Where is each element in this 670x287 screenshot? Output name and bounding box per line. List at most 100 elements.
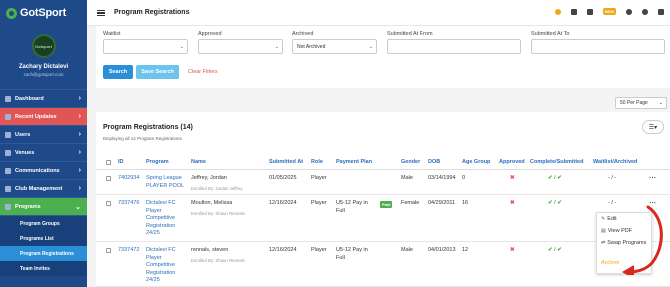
column-header-submitted-at[interactable]: Submitted At xyxy=(269,159,303,165)
table-row: 7337472 Dictalevi FC Player Competitive … xyxy=(96,242,670,287)
row-program-link[interactable]: Dictalevi FC Player Competitive Registra… xyxy=(146,247,188,285)
submitted-to-input[interactable] xyxy=(531,39,665,54)
row-dob: 04/29/2011 xyxy=(428,200,456,206)
column-header-waitlist-archived[interactable]: Waitlist/Archived xyxy=(593,159,637,165)
approved-label: Approved xyxy=(198,31,222,37)
row-payment-plan: U5-12 Pay in Full xyxy=(336,247,368,261)
sidebar-subitem-program-groups[interactable]: Program Groups xyxy=(0,216,87,231)
table-title: Program Registrations (14) xyxy=(103,124,193,131)
column-header-program[interactable]: Program xyxy=(146,159,169,165)
column-header-name[interactable]: Name xyxy=(191,159,206,165)
row-complete-check-icon: ✔ / ✔ xyxy=(548,175,562,181)
column-header-approved[interactable]: Approved xyxy=(499,159,525,165)
column-header-dob[interactable]: DOB xyxy=(428,159,440,165)
row-checkbox[interactable] xyxy=(106,248,111,253)
row-approved-x-icon[interactable]: ✖ xyxy=(510,200,515,208)
sidebar-item-recent-updates[interactable]: Recent Updates › xyxy=(0,108,87,126)
row-submitted-at: 12/16/2024 xyxy=(269,200,297,206)
row-role: Player xyxy=(311,200,327,206)
row-waitlist-archived: - / - xyxy=(608,175,617,181)
sidebar-item-dashboard[interactable]: Dashboard › xyxy=(0,90,87,108)
sidebar-item-venues[interactable]: Venues › xyxy=(0,144,87,162)
row-name: Jeffrey, Jordan xyxy=(191,175,227,181)
row-submitted-at: 01/05/2025 xyxy=(269,175,297,181)
select-all-checkbox[interactable] xyxy=(106,160,111,165)
bell-icon xyxy=(5,113,11,120)
submitted-from-label: Submitted At From xyxy=(387,31,433,37)
users-icon xyxy=(5,131,11,138)
row-dob: 04/01/2013 xyxy=(428,247,456,253)
chevron-right-icon: › xyxy=(78,167,81,174)
column-header-role[interactable]: Role xyxy=(311,159,323,165)
row-role: Player xyxy=(311,247,327,253)
chevron-right-icon: › xyxy=(78,131,81,138)
hamburger-menu-icon[interactable] xyxy=(97,9,105,16)
row-payment-plan: U5-12 Pay in Full xyxy=(336,200,368,214)
table-row: 7402934 Spring League PLAYER POOL Jeffre… xyxy=(96,170,670,195)
row-checkbox[interactable] xyxy=(106,201,111,206)
club-icon xyxy=(5,185,11,192)
submitted-to-label: Submitted At To xyxy=(531,31,570,37)
chevron-right-icon: › xyxy=(78,95,81,102)
chevron-right-icon: › xyxy=(78,185,81,192)
sidebar-item-programs[interactable]: Programs ⌄ xyxy=(0,198,87,216)
row-id-link[interactable]: 7402934 xyxy=(118,175,139,183)
waitlist-select[interactable]: ⌄ xyxy=(103,39,188,54)
row-checkbox[interactable] xyxy=(106,176,111,181)
row-age-group: 16 xyxy=(462,200,469,206)
row-enrolled-by: Enrolled By: Shaun Rennals xyxy=(191,257,245,263)
search-button[interactable]: Search xyxy=(103,65,133,79)
columns-icon: ☰▾ xyxy=(648,124,658,131)
column-header-payment-plan[interactable]: Payment Plan xyxy=(336,159,372,165)
archived-select[interactable]: Not Archived ⌄ xyxy=(292,39,377,54)
column-header-gender[interactable]: Gender xyxy=(401,159,420,165)
sidebar-item-label: Dashboard xyxy=(15,95,44,102)
sidebar-subitem-team-invites[interactable]: Team Invites xyxy=(0,261,87,276)
per-page-select[interactable]: 50 Per Page ⌄ xyxy=(615,97,667,109)
per-page-value: 50 Per Page xyxy=(620,100,648,106)
paid-badge-cell: Paid xyxy=(380,201,393,210)
row-id-link[interactable]: 7337472 xyxy=(118,247,139,255)
brand-logo[interactable]: GotSport xyxy=(0,0,87,26)
row-submitted-at: 12/16/2024 xyxy=(269,247,297,253)
row-age-group: 12 xyxy=(462,247,469,253)
row-program-link[interactable]: Dictalevi FC Player Competitive Registra… xyxy=(146,200,188,238)
sidebar-item-club-management[interactable]: Club Management › xyxy=(0,180,87,198)
list-icon[interactable] xyxy=(570,8,577,15)
row-program-link[interactable]: Spring League PLAYER POOL xyxy=(146,175,188,190)
chat-icon[interactable] xyxy=(626,8,632,15)
new-badge[interactable]: NEW xyxy=(602,8,616,15)
row-actions-menu-icon[interactable]: ⋯ xyxy=(649,174,656,182)
chevron-down-icon: ⌄ xyxy=(75,203,81,211)
row-gender: Female xyxy=(401,200,420,206)
help-icon[interactable] xyxy=(554,8,561,15)
sidebar-subitem-program-registrations[interactable]: Program Registrations xyxy=(0,246,87,261)
row-enrolled-by: Enrolled By: Jordan Jeffrey xyxy=(191,185,243,191)
user-profile: Gotsport Zachary Dictalevi zach@gotsport… xyxy=(0,26,87,90)
row-name: Moulton, Melissa xyxy=(191,200,233,206)
sidebar: GotSport Gotsport Zachary Dictalevi zach… xyxy=(0,0,87,287)
user-icon[interactable] xyxy=(586,8,593,15)
row-role: Player xyxy=(311,175,327,181)
gear-icon[interactable] xyxy=(642,8,648,15)
row-approved-x-icon[interactable]: ✖ xyxy=(510,175,515,183)
sidebar-item-users[interactable]: Users › xyxy=(0,126,87,144)
save-search-button[interactable]: Save Search xyxy=(136,65,179,79)
row-id-link[interactable]: 7337476 xyxy=(118,200,139,208)
row-approved-x-icon[interactable]: ✖ xyxy=(510,247,515,255)
column-header-age-group[interactable]: Age Group xyxy=(462,159,490,165)
table-row: 7337476 Dictalevi FC Player Competitive … xyxy=(96,195,670,242)
avatar[interactable]: Gotsport xyxy=(31,34,56,58)
column-header-complete-submitted[interactable]: Complete/Submitted xyxy=(530,159,583,165)
clear-filters-link[interactable]: Clear Filters xyxy=(188,69,218,75)
sidebar-item-communications[interactable]: Communications › xyxy=(0,162,87,180)
sidebar-item-label: Venues xyxy=(15,149,35,156)
approved-select[interactable]: ⌄ xyxy=(198,39,283,54)
column-toggle-button[interactable]: ☰▾ xyxy=(642,120,664,134)
submitted-from-input[interactable] xyxy=(387,39,521,54)
column-header-id[interactable]: ID xyxy=(118,159,124,165)
logout-icon[interactable] xyxy=(658,8,664,15)
sidebar-subitem-programs-list[interactable]: Programs List xyxy=(0,231,87,246)
brand-name: GotSport xyxy=(20,7,67,19)
archived-value: Not Archived xyxy=(297,43,326,50)
